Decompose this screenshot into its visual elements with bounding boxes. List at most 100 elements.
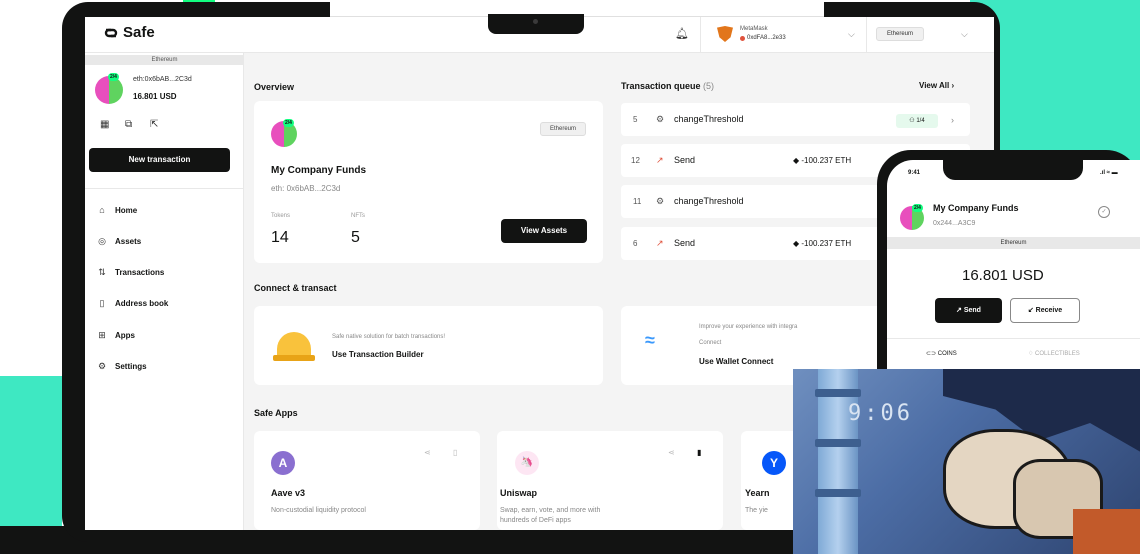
- queue-nonce: 5: [633, 115, 638, 124]
- bookmark-filled-icon[interactable]: ▮: [697, 448, 701, 457]
- walletconnect-icon: ≈: [645, 330, 655, 350]
- video-overlay-image: 9:06: [793, 369, 1140, 554]
- sidebar-item-apps[interactable]: ⊞ Apps: [97, 330, 135, 341]
- phone-safe-address: 0x244...A3C9: [933, 220, 976, 227]
- external-link-icon[interactable]: ⇱: [150, 119, 158, 130]
- queue-nonce: 6: [633, 239, 638, 248]
- sidebar-item-label: Transactions: [115, 268, 165, 277]
- header-divider: [866, 17, 867, 53]
- qr-code-icon[interactable]: ▦: [100, 119, 109, 130]
- queue-amount-text: -100.237 ETH: [801, 239, 852, 248]
- app-description: Non-custodial liquidity protocol: [271, 507, 366, 514]
- copy-icon[interactable]: ⧉: [125, 119, 132, 130]
- video-timer: 9:06: [848, 401, 913, 426]
- apps-icon: ⊞: [98, 330, 106, 340]
- home-icon: ⌂: [99, 205, 105, 215]
- queue-amount: ◆ -100.237 ETH: [793, 156, 851, 165]
- network-selector-chip[interactable]: Ethereum: [876, 27, 924, 41]
- sidebar-network-banner: Ethereum: [85, 55, 244, 65]
- phone-balance: 16.801 USD: [962, 267, 1044, 284]
- settings-gear-icon: ⚙: [656, 114, 665, 124]
- settings-icon: ⚙: [97, 361, 107, 371]
- transaction-queue-title: Transaction queue (5): [621, 81, 714, 91]
- wallet-chevron-down-icon[interactable]: ⌵: [848, 29, 855, 40]
- address-book-icon: ▯: [99, 298, 105, 308]
- nfts-label: NFTs: [351, 213, 365, 219]
- header-divider: [700, 17, 701, 53]
- view-all-label: View All: [919, 81, 950, 90]
- phone-send-button[interactable]: ↗ Send: [935, 298, 1002, 323]
- sidebar-item-settings[interactable]: ⚙ Settings: [97, 361, 147, 372]
- coins-icon: ⊂⊃: [926, 351, 938, 357]
- sidebar-item-label: Settings: [115, 362, 147, 371]
- transactions-icon: ⇅: [98, 267, 106, 277]
- sidebar-item-transactions[interactable]: ⇅ Transactions: [97, 267, 164, 278]
- camera-notch: [488, 14, 584, 34]
- phone-safe-name: My Company Funds: [933, 203, 1019, 213]
- safe-logo-icon: [104, 28, 118, 37]
- network-chevron-down-icon[interactable]: ⌵: [961, 29, 968, 40]
- tab-collectibles-label: COLLECTIBLES: [1035, 351, 1080, 357]
- sidebar-item-address-book[interactable]: ▯ Address book: [97, 298, 169, 309]
- wallet-address[interactable]: 0xdFA8...2e33: [740, 35, 786, 41]
- queue-nonce: 11: [633, 197, 642, 206]
- app-name: Yearn: [745, 488, 770, 498]
- queue-label: Send: [674, 155, 696, 165]
- new-transaction-button[interactable]: New transaction: [89, 148, 230, 172]
- sidebar-item-home[interactable]: ⌂ Home: [97, 205, 137, 215]
- phone-threshold-badge: 2/4: [912, 204, 923, 212]
- nfts-count: 5: [351, 229, 360, 246]
- share-icon[interactable]: ⋖: [668, 448, 675, 457]
- queue-amount: ◆ -100.237 ETH: [793, 239, 851, 248]
- sidebar-item-label: Home: [115, 205, 138, 215]
- safe-apps-title: Safe Apps: [254, 408, 298, 418]
- app-description: Swap, earn, vote, and more with: [500, 507, 601, 514]
- use-transaction-builder-link[interactable]: Use Transaction Builder: [332, 350, 424, 359]
- wallet-connect-description-2: Connect: [699, 340, 722, 346]
- queue-count: (5): [703, 81, 715, 91]
- threshold-badge: 2/4: [108, 73, 119, 81]
- notifications-bell-icon[interactable]: 🔔︎: [675, 27, 689, 40]
- use-wallet-connect-link[interactable]: Use Wallet Connect: [699, 357, 773, 366]
- wallet-name: MetaMask: [740, 26, 768, 32]
- sidebar-item-label: Assets: [115, 237, 142, 246]
- phone-tabs-divider: [887, 338, 1140, 339]
- tokens-label: Tokens: [271, 213, 291, 219]
- tab-coins[interactable]: ⊂⊃ COINS: [926, 350, 957, 357]
- confirmations-count: 1/4: [916, 118, 925, 124]
- view-all-link[interactable]: View All ›: [919, 81, 954, 90]
- bookmark-icon[interactable]: ▯: [453, 448, 457, 457]
- settings-gear-icon: ⚙: [656, 196, 665, 206]
- queue-nonce: 12: [631, 156, 640, 165]
- sidebar-item-assets[interactable]: ◎ Assets: [97, 236, 141, 247]
- wallet-identicon: [740, 35, 745, 41]
- app-description-2: hundreds of DeFi apps: [500, 517, 571, 524]
- safe-balance: 16.801 USD: [133, 92, 177, 101]
- safe-logo[interactable]: Safe: [103, 24, 155, 41]
- share-icon[interactable]: ⋖: [424, 448, 431, 457]
- app-name: Aave v3: [271, 488, 306, 498]
- sidebar-divider: [85, 188, 244, 189]
- tab-collectibles[interactable]: ♢ COLLECTIBLES: [1028, 350, 1080, 357]
- video-pole-ring: [815, 389, 861, 397]
- queue-amount-text: -100.237 ETH: [801, 156, 852, 165]
- chevron-right-icon[interactable]: ›: [951, 115, 954, 125]
- phone-receive-button[interactable]: ↙ Receive: [1010, 298, 1080, 323]
- overview-safe-name: My Company Funds: [271, 165, 367, 176]
- sidebar-item-label: Address book: [115, 299, 169, 308]
- overview-threshold-badge: 2/4: [283, 119, 294, 127]
- overview-network-chip: Ethereum: [540, 122, 586, 136]
- tokens-count: 14: [271, 229, 289, 246]
- chevron-right-icon: ›: [951, 81, 955, 90]
- logo-text: Safe: [123, 24, 155, 41]
- send-arrow-icon: ↗: [656, 155, 664, 165]
- check-circle-icon[interactable]: ✓: [1098, 206, 1110, 218]
- phone-time: 9:41: [908, 170, 921, 176]
- queue-label: Send: [674, 238, 696, 248]
- view-assets-button[interactable]: View Assets: [501, 219, 587, 243]
- video-character-shirt: [1073, 509, 1140, 554]
- queue-label: changeThreshold: [674, 114, 744, 124]
- builder-description: Safe native solution for batch transacti…: [332, 334, 446, 340]
- queue-title-text: Transaction queue: [621, 81, 701, 91]
- teal-backdrop-left: [0, 376, 62, 526]
